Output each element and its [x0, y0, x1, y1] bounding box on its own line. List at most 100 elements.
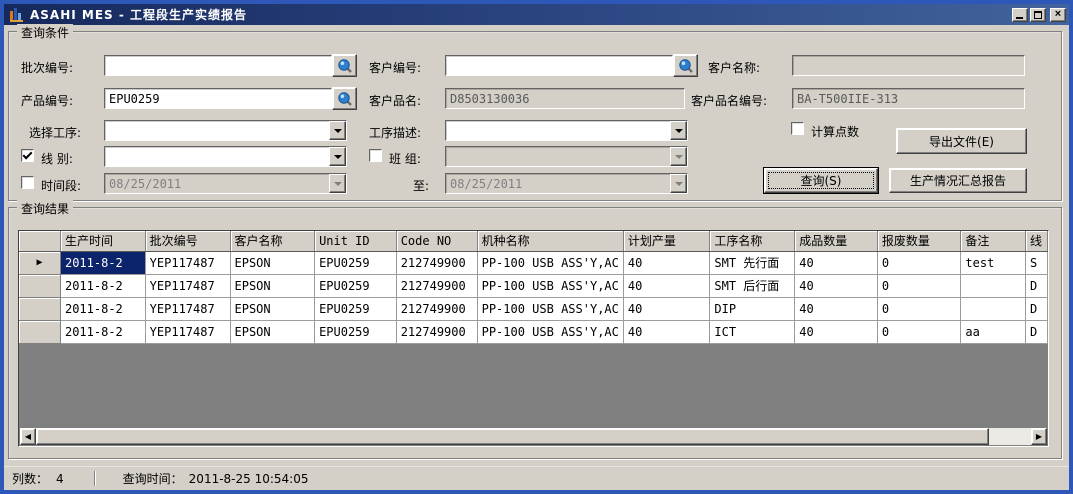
batch-no-input[interactable]	[104, 55, 332, 76]
period-checkbox[interactable]	[21, 176, 34, 189]
table-cell[interactable]: 2011-8-2	[60, 297, 145, 320]
team-combo	[445, 146, 688, 167]
process-desc-dropdown-button[interactable]	[670, 121, 687, 140]
table-cell[interactable]: aa	[961, 320, 1026, 343]
table-cell[interactable]: EPSON	[230, 297, 315, 320]
row-selector[interactable]: ▶	[19, 251, 60, 274]
table-cell[interactable]: SMT 先行面	[710, 251, 795, 274]
table-cell[interactable]: 40	[795, 297, 878, 320]
line-combo[interactable]	[104, 146, 347, 167]
table-cell[interactable]: 40	[623, 297, 710, 320]
column-header[interactable]: 工序名称	[710, 231, 795, 251]
table-cell[interactable]	[961, 297, 1026, 320]
customer-no-input[interactable]	[445, 55, 673, 76]
table-cell[interactable]: PP-100 USB ASS'Y,AC	[477, 251, 623, 274]
table-cell[interactable]: 212749900	[396, 274, 477, 297]
table-cell[interactable]: 212749900	[396, 297, 477, 320]
table-cell[interactable]: test	[961, 251, 1026, 274]
line-checkbox[interactable]	[21, 149, 34, 162]
product-no-input[interactable]	[104, 88, 332, 109]
export-file-button[interactable]: 导出文件(E)	[896, 128, 1027, 154]
table-cell[interactable]: PP-100 USB ASS'Y,AC	[477, 297, 623, 320]
period-from-dropdown-button	[329, 174, 346, 193]
column-header[interactable]: 计划产量	[623, 231, 710, 251]
table-cell[interactable]: D	[1025, 274, 1047, 297]
table-cell[interactable]: EPU0259	[315, 320, 397, 343]
column-header[interactable]: 线	[1025, 231, 1047, 251]
customer-item-no-label: 客户品名编号:	[691, 92, 767, 109]
table-cell[interactable]: ICT	[710, 320, 795, 343]
line-dropdown-button[interactable]	[329, 147, 346, 166]
table-cell[interactable]: 40	[623, 320, 710, 343]
table-cell[interactable]: PP-100 USB ASS'Y,AC	[477, 320, 623, 343]
query-panel-title: 查询条件	[17, 24, 73, 41]
calc-points-checkbox[interactable]	[791, 122, 804, 135]
customer-no-search-button[interactable]	[673, 54, 698, 77]
table-cell[interactable]: 40	[623, 251, 710, 274]
table-cell[interactable]: D	[1025, 320, 1047, 343]
table-cell[interactable]: EPU0259	[315, 251, 397, 274]
minimize-button[interactable]	[1012, 8, 1028, 22]
table-cell[interactable]: EPSON	[230, 320, 315, 343]
table-cell[interactable]: 40	[795, 251, 878, 274]
process-select-dropdown-button[interactable]	[329, 121, 346, 140]
table-cell[interactable]: 2011-8-2	[60, 251, 145, 274]
column-header[interactable]: 备注	[961, 231, 1026, 251]
table-cell[interactable]: 0	[877, 251, 961, 274]
product-no-search-button[interactable]	[332, 87, 357, 110]
table-cell[interactable]: YEP117487	[145, 297, 230, 320]
search-button[interactable]: 查询(S)	[764, 168, 878, 193]
table-cell[interactable]: EPU0259	[315, 274, 397, 297]
table-cell[interactable]: YEP117487	[145, 274, 230, 297]
table-cell[interactable]: 212749900	[396, 251, 477, 274]
column-header[interactable]: 客户名称	[230, 231, 315, 251]
table-cell[interactable]: EPU0259	[315, 297, 397, 320]
table-cell[interactable]: 40	[795, 274, 878, 297]
product-no-label: 产品编号:	[21, 92, 73, 109]
table-cell[interactable]: 0	[877, 297, 961, 320]
scroll-left-button[interactable]: ◀	[20, 428, 36, 445]
column-header[interactable]: 批次编号	[145, 231, 230, 251]
close-button[interactable]: ×	[1050, 8, 1066, 22]
results-panel-title: 查询结果	[17, 200, 73, 217]
table-cell[interactable]: DIP	[710, 297, 795, 320]
column-header[interactable]: Code NO	[396, 231, 477, 251]
table-cell[interactable]: S	[1025, 251, 1047, 274]
table-cell[interactable]: EPSON	[230, 274, 315, 297]
row-selector[interactable]	[19, 320, 60, 343]
results-table: 生产时间批次编号客户名称Unit IDCode NO机种名称计划产量工序名称成品…	[19, 231, 1048, 344]
period-to-dropdown-button	[670, 174, 687, 193]
row-selector[interactable]	[19, 297, 60, 320]
horizontal-scrollbar[interactable]: ◀ ▶	[20, 428, 1047, 445]
table-cell[interactable]: YEP117487	[145, 251, 230, 274]
maximize-button[interactable]	[1030, 8, 1046, 22]
table-cell[interactable]: 2011-8-2	[60, 274, 145, 297]
row-selector[interactable]	[19, 274, 60, 297]
table-cell[interactable]: YEP117487	[145, 320, 230, 343]
column-header[interactable]: 报废数量	[877, 231, 961, 251]
column-header[interactable]: Unit ID	[315, 231, 397, 251]
table-cell[interactable]: 40	[795, 320, 878, 343]
scrollbar-thumb[interactable]	[36, 428, 989, 445]
column-header[interactable]: 生产时间	[60, 231, 145, 251]
table-cell[interactable]	[961, 274, 1026, 297]
process-desc-combo[interactable]	[445, 120, 688, 141]
table-cell[interactable]: 40	[623, 274, 710, 297]
table-cell[interactable]: 0	[877, 320, 961, 343]
table-cell[interactable]: 2011-8-2	[60, 320, 145, 343]
table-cell[interactable]: SMT 后行面	[710, 274, 795, 297]
table-cell[interactable]: PP-100 USB ASS'Y,AC	[477, 274, 623, 297]
batch-no-search-button[interactable]	[332, 54, 357, 77]
team-checkbox[interactable]	[369, 149, 382, 162]
row-selector-header[interactable]	[19, 231, 60, 251]
titlebar: ASAHI MES - 工程段生产实绩报告 ×	[4, 4, 1069, 25]
scroll-right-button[interactable]: ▶	[1031, 428, 1047, 445]
process-select-combo[interactable]	[104, 120, 347, 141]
table-cell[interactable]: EPSON	[230, 251, 315, 274]
production-summary-report-button[interactable]: 生产情况汇总报告	[889, 168, 1027, 193]
table-cell[interactable]: 212749900	[396, 320, 477, 343]
column-header[interactable]: 成品数量	[795, 231, 878, 251]
table-cell[interactable]: 0	[877, 274, 961, 297]
column-header[interactable]: 机种名称	[477, 231, 623, 251]
table-cell[interactable]: D	[1025, 297, 1047, 320]
